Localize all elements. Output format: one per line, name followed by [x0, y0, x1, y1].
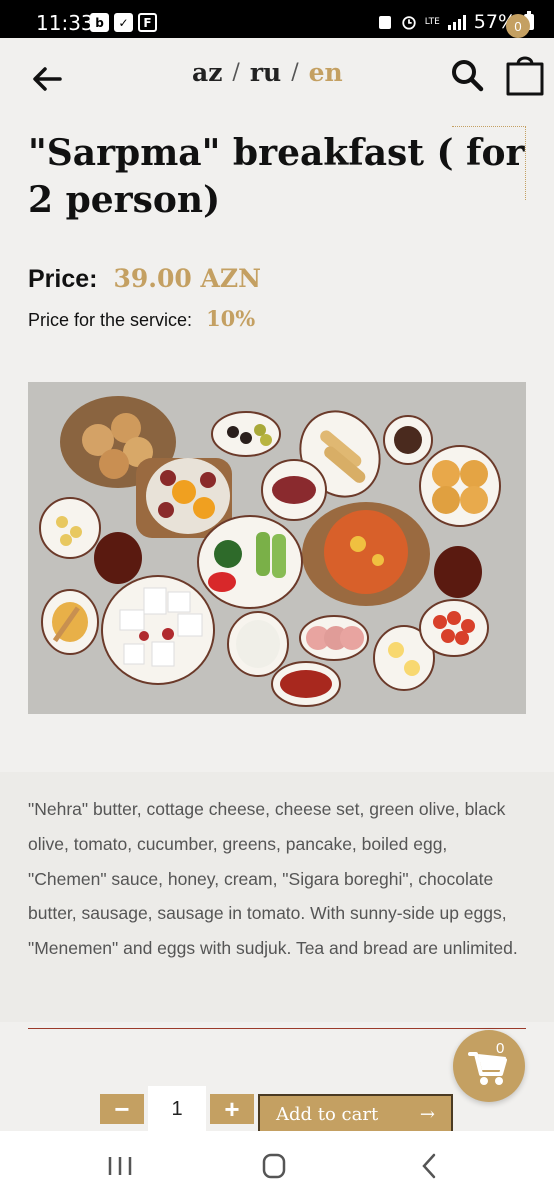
lang-en[interactable]: en: [309, 58, 343, 87]
status-time: 11:33: [36, 11, 94, 35]
header: az / ru / en: [0, 38, 554, 118]
lang-az[interactable]: az: [192, 58, 222, 87]
lang-separator: /: [232, 60, 240, 85]
sync-icon: [378, 16, 391, 29]
signal-icon: [447, 14, 466, 30]
add-to-cart-label: Add to cart: [276, 1103, 379, 1125]
cart-icon: [468, 1052, 507, 1085]
service-price-row: Price for the service: 10%: [28, 306, 255, 331]
service-value: 10%: [206, 306, 256, 331]
f-app-icon: F: [138, 13, 157, 32]
floating-cart-button[interactable]: [453, 1030, 525, 1102]
alarm-icon: [402, 16, 416, 30]
quantity-decrease-button[interactable]: −: [100, 1094, 144, 1124]
divider: [28, 1028, 526, 1029]
network-type: LTE: [424, 16, 440, 27]
cart-count-badge: 0: [506, 14, 530, 38]
check-app-icon: ✓: [114, 13, 133, 32]
nav-back-icon[interactable]: [410, 1151, 450, 1181]
quantity-input[interactable]: [148, 1086, 206, 1132]
service-label: Price for the service:: [28, 310, 193, 330]
system-nav-bar: [0, 1131, 554, 1200]
shopping-bag-icon[interactable]: [504, 52, 546, 96]
price-row: Price: 39.00 AZN: [28, 264, 261, 294]
floating-cart-count: 0: [496, 1040, 505, 1057]
search-icon[interactable]: [450, 58, 484, 92]
recent-apps-icon[interactable]: [100, 1151, 140, 1181]
product-title: "Sarpma" breakfast ( for 2 person): [28, 132, 525, 221]
price-value: 39.00 AZN: [113, 264, 261, 293]
language-switcher: az / ru / en: [192, 58, 343, 87]
status-bar: 11:33 b ✓ F LTE 57%: [0, 0, 554, 38]
product-description: "Nehra" butter, cottage cheese, cheese s…: [28, 799, 518, 959]
quantity-increase-button[interactable]: +: [210, 1094, 254, 1124]
status-app-icons: b ✓ F: [90, 13, 157, 32]
lang-ru[interactable]: ru: [250, 58, 281, 87]
price-label: Price:: [28, 265, 98, 293]
back-arrow-icon[interactable]: [30, 64, 64, 94]
lang-separator: /: [291, 60, 299, 85]
product-image: [28, 382, 526, 714]
home-icon[interactable]: [254, 1151, 294, 1181]
add-to-cart-button[interactable]: Add to cart →: [258, 1094, 453, 1134]
arrow-right-icon: →: [419, 1103, 435, 1125]
b-app-icon: b: [90, 13, 109, 32]
